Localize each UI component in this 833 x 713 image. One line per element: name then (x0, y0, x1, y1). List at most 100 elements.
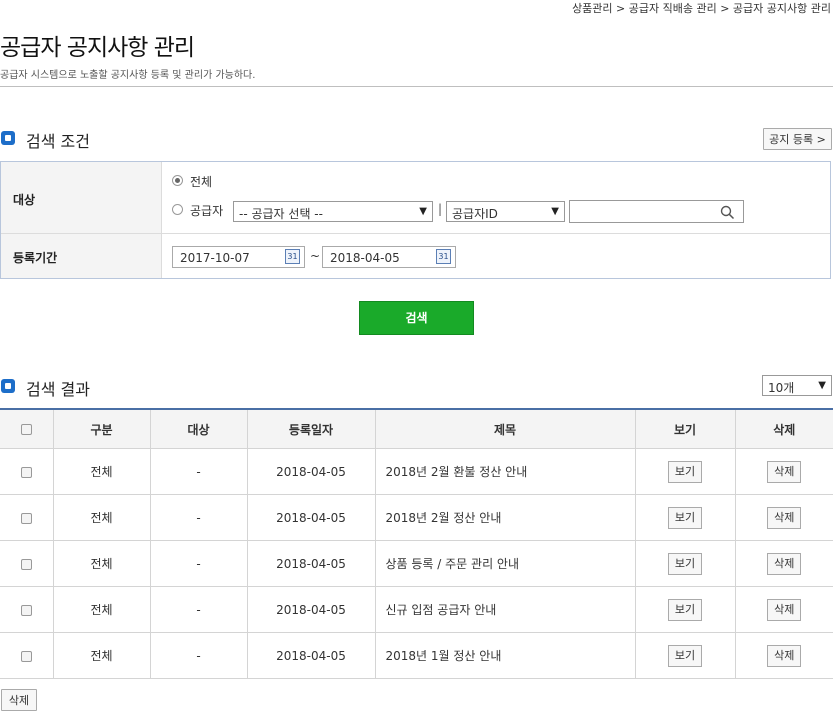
page-size-value: 10개 (768, 381, 795, 395)
row-date: 2018-04-05 (246, 632, 376, 679)
results-table: 구분 대상 등록일자 제목 보기 삭제 전체 - 2018-04-05 2018… (0, 408, 833, 679)
radio-all-label: 전체 (190, 175, 213, 189)
row-title[interactable]: 2018년 1월 정산 안내 (374, 632, 636, 679)
row-checkbox[interactable] (20, 466, 32, 478)
row-category: 전체 (52, 494, 151, 541)
bulk-delete-button[interactable]: 삭제 (1, 689, 37, 711)
view-button[interactable]: 보기 (667, 552, 703, 575)
date-to-value: 2018-04-05 (330, 251, 400, 265)
row-date: 2018-04-05 (246, 494, 376, 541)
radio-supplier-label: 공급자 (190, 204, 224, 218)
row-title[interactable]: 신규 입점 공급자 안내 (374, 586, 636, 633)
target-label: 대상 (13, 193, 36, 207)
row-checkbox[interactable] (20, 650, 32, 662)
table-row: 전체 - 2018-04-05 상품 등록 / 주문 관리 안내 보기 삭제 (0, 540, 833, 587)
date-to-input[interactable]: 2018-04-05 31 (322, 246, 456, 268)
date-from-input[interactable]: 2017-10-07 31 (172, 246, 305, 268)
row-view-cell: 보기 (634, 540, 736, 587)
table-row: 전체 - 2018-04-05 신규 입점 공급자 안내 보기 삭제 (0, 586, 833, 633)
register-notice-button[interactable]: 공지 등록 > (763, 128, 832, 150)
radio-all[interactable] (172, 175, 183, 186)
column-header-title: 제목 (374, 408, 636, 449)
period-label: 등록기간 (13, 251, 58, 265)
row-title[interactable]: 상품 등록 / 주문 관리 안내 (374, 540, 636, 587)
row-target: - (149, 632, 248, 679)
row-category: 전체 (52, 540, 151, 587)
id-type-select[interactable]: 공급자ID ▼ (446, 201, 565, 222)
radio-supplier[interactable] (172, 204, 183, 215)
results-section-title: 검색 결과 (26, 380, 90, 399)
row-category: 전체 (52, 632, 151, 679)
select-all-cell (0, 408, 54, 449)
table-row: 전체 - 2018-04-05 2018년 2월 환불 정산 안내 보기 삭제 (0, 448, 833, 495)
select-all-checkbox[interactable] (20, 424, 32, 435)
row-date: 2018-04-05 (246, 586, 376, 633)
supplier-select-value: -- 공급자 선택 -- (239, 207, 323, 221)
date-range-tilde: ~ (310, 249, 321, 263)
section-square-icon (1, 131, 15, 145)
column-header-category: 구분 (52, 408, 151, 449)
row-view-cell: 보기 (634, 586, 736, 633)
select-separator: | (438, 202, 443, 216)
section-square-icon (1, 379, 15, 393)
row-select-cell (0, 586, 54, 633)
row-view-cell: 보기 (634, 494, 736, 541)
row-date: 2018-04-05 (246, 448, 376, 495)
chevron-down-icon: ▼ (419, 206, 427, 217)
delete-button[interactable]: 삭제 (767, 644, 802, 667)
delete-button[interactable]: 삭제 (767, 460, 802, 483)
row-checkbox[interactable] (20, 604, 32, 616)
chevron-down-icon: ▼ (818, 380, 826, 391)
row-select-cell (0, 632, 54, 679)
row-checkbox[interactable] (20, 558, 32, 570)
delete-button[interactable]: 삭제 (767, 552, 802, 575)
search-row-divider (1, 233, 830, 234)
view-button[interactable]: 보기 (667, 644, 703, 667)
chevron-down-icon: ▼ (551, 206, 559, 217)
row-target: - (149, 448, 248, 495)
calendar-icon[interactable]: 31 (436, 249, 451, 264)
page-size-select[interactable]: 10개 ▼ (762, 375, 832, 396)
row-delete-cell: 삭제 (734, 632, 833, 679)
view-button[interactable]: 보기 (667, 460, 703, 483)
row-select-cell (0, 540, 54, 587)
search-section-title: 검색 조건 (26, 132, 90, 151)
row-title[interactable]: 2018년 2월 환불 정산 안내 (374, 448, 636, 495)
row-category: 전체 (52, 448, 151, 495)
view-button[interactable]: 보기 (667, 506, 703, 529)
row-date: 2018-04-05 (246, 540, 376, 587)
table-row: 전체 - 2018-04-05 2018년 2월 정산 안내 보기 삭제 (0, 494, 833, 541)
row-delete-cell: 삭제 (734, 586, 833, 633)
page-description: 공급자 시스템으로 노출할 공지사항 등록 및 관리가 가능하다. (0, 70, 256, 81)
date-from-value: 2017-10-07 (180, 251, 250, 265)
row-delete-cell: 삭제 (734, 448, 833, 495)
delete-button[interactable]: 삭제 (767, 598, 802, 621)
row-select-cell (0, 494, 54, 541)
column-header-view: 보기 (634, 408, 736, 449)
header-divider (0, 86, 833, 87)
table-row: 전체 - 2018-04-05 2018년 1월 정산 안내 보기 삭제 (0, 632, 833, 679)
calendar-icon[interactable]: 31 (285, 249, 300, 264)
row-checkbox[interactable] (20, 512, 32, 524)
id-type-select-value: 공급자ID (452, 207, 498, 221)
search-icon[interactable] (720, 205, 735, 220)
row-category: 전체 (52, 586, 151, 633)
row-target: - (149, 540, 248, 587)
search-button[interactable]: 검색 (359, 301, 474, 335)
row-title[interactable]: 2018년 2월 정산 안내 (374, 494, 636, 541)
page-title: 공급자 공지사항 관리 (0, 35, 195, 61)
keyword-search-input[interactable] (569, 200, 744, 223)
row-view-cell: 보기 (634, 632, 736, 679)
table-header-row: 구분 대상 등록일자 제목 보기 삭제 (0, 408, 833, 449)
row-delete-cell: 삭제 (734, 494, 833, 541)
delete-button[interactable]: 삭제 (767, 506, 802, 529)
supplier-select[interactable]: -- 공급자 선택 -- ▼ (233, 201, 433, 222)
row-target: - (149, 494, 248, 541)
row-delete-cell: 삭제 (734, 540, 833, 587)
row-view-cell: 보기 (634, 448, 736, 495)
view-button[interactable]: 보기 (667, 598, 703, 621)
breadcrumb: 상품관리 > 공급자 직배송 관리 > 공급자 공지사항 관리 (572, 2, 831, 15)
column-header-target: 대상 (149, 408, 248, 449)
row-select-cell (0, 448, 54, 495)
column-header-delete: 삭제 (734, 408, 833, 449)
